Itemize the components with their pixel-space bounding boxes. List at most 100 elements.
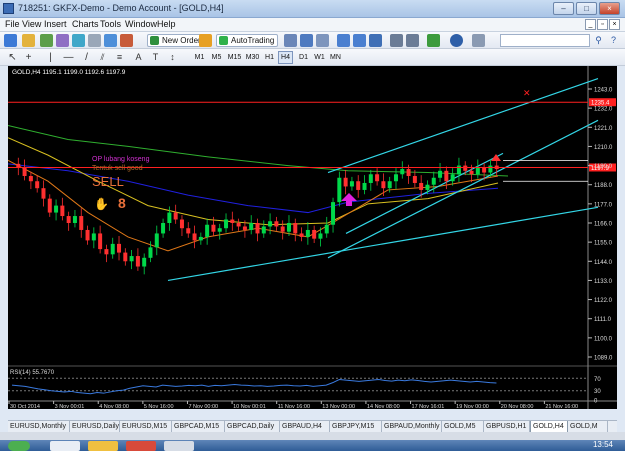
zoom-in-icon[interactable]: [337, 34, 350, 47]
taskbar-clock: 13:54: [592, 440, 613, 449]
arrows-icon[interactable]: ↕: [166, 51, 179, 64]
candle-body: [444, 170, 449, 182]
menu-bar: File View Insert Charts Tools Window Hel…: [0, 18, 625, 32]
new-chart-icon[interactable]: [4, 34, 17, 47]
menu-view[interactable]: View: [22, 19, 41, 29]
price-tick-label: 1243.0: [594, 88, 613, 94]
navigator-icon[interactable]: [72, 34, 85, 47]
menu-tools[interactable]: Tools: [100, 19, 121, 29]
search-icon[interactable]: ⚲: [592, 34, 605, 47]
taskbar-ie-icon[interactable]: [50, 441, 80, 451]
market-watch-icon[interactable]: [40, 34, 53, 47]
candle-body: [400, 169, 405, 175]
candle-body: [167, 212, 172, 223]
candle-body: [41, 188, 46, 199]
candle-body: [318, 233, 323, 239]
chart-tabs: EURUSD,Monthly EURUSD,Daily EURUSD,M15 G…: [8, 420, 617, 433]
candle-body: [242, 226, 247, 230]
menu-help[interactable]: Help: [157, 19, 176, 29]
price-tick-label: 1210.0: [594, 145, 613, 151]
timeframe-m1[interactable]: M1: [192, 51, 207, 64]
crosshair-icon[interactable]: +: [22, 51, 35, 64]
timeframe-h4[interactable]: H4: [278, 51, 293, 64]
channel-line: [345, 152, 504, 234]
price-tick-label: 1133.0: [594, 279, 613, 285]
candle-body: [129, 256, 134, 262]
fibonacci-icon[interactable]: ≡: [113, 51, 126, 64]
minimize-button[interactable]: –: [553, 2, 574, 15]
autotrading-button[interactable]: AutoTrading: [216, 34, 279, 47]
time-tick-label: 17 Nov 16:01: [412, 404, 445, 409]
timeframe-m30[interactable]: M30: [244, 51, 261, 64]
mdi-minimize-button[interactable]: _: [585, 19, 596, 30]
chart-window[interactable]: GOLD,H4 1195.1 1199.0 1192.6 1197.9 1235…: [8, 66, 617, 409]
candle-body: [482, 167, 487, 173]
text-label-icon[interactable]: T: [149, 51, 162, 64]
chart-shift-icon[interactable]: [390, 34, 403, 47]
price-tick-label: 1111.0: [594, 317, 612, 323]
line-chart-icon[interactable]: [316, 34, 329, 47]
candlesticks-icon[interactable]: [300, 34, 313, 47]
new-order-button[interactable]: New Order: [147, 34, 205, 47]
chart-header: GOLD,H4 1195.1 1199.0 1192.6 1197.9: [12, 69, 126, 76]
candle-body: [35, 181, 40, 189]
maximize-button[interactable]: □: [576, 2, 597, 15]
channel-icon[interactable]: ⫽: [96, 51, 109, 64]
candle-body: [438, 170, 443, 178]
indicators-icon[interactable]: [427, 34, 440, 47]
zoom-out-icon[interactable]: [353, 34, 366, 47]
taskbar-explorer-icon[interactable]: [88, 441, 118, 451]
mdi-restore-button[interactable]: ▫: [597, 19, 608, 30]
menu-window[interactable]: Window: [125, 19, 157, 29]
terminal-icon[interactable]: [88, 34, 101, 47]
timeframe-h1[interactable]: H1: [262, 51, 277, 64]
candle-body: [255, 223, 260, 234]
tester-icon[interactable]: [104, 34, 117, 47]
candle-body: [66, 216, 71, 223]
history-icon[interactable]: [120, 34, 133, 47]
templates-icon[interactable]: [472, 34, 485, 47]
timeframe-m15[interactable]: M15: [226, 51, 243, 64]
tile-windows-icon[interactable]: [369, 34, 382, 47]
price-tick-label: 1221.0: [594, 126, 613, 132]
help-icon[interactable]: ?: [607, 34, 620, 47]
autoscroll-icon[interactable]: [406, 34, 419, 47]
periods-icon[interactable]: [450, 34, 463, 47]
taskbar-chrome-icon[interactable]: [126, 441, 156, 451]
vertical-line-icon[interactable]: |: [44, 51, 57, 64]
candle-body: [368, 174, 373, 183]
search-input[interactable]: [500, 34, 590, 47]
timeframe-w1[interactable]: W1: [312, 51, 327, 64]
price-tick-label: 1155.0: [594, 241, 613, 247]
timeframe-d1[interactable]: D1: [296, 51, 311, 64]
candle-body: [22, 167, 27, 177]
menu-file[interactable]: File: [5, 19, 20, 29]
rsi-tick-label: 70: [594, 377, 601, 383]
signal-text-1: OP lubang koseng: [92, 156, 150, 163]
start-button-icon[interactable]: [8, 441, 30, 451]
text-icon[interactable]: A: [132, 51, 145, 64]
mdi-close-button[interactable]: ×: [609, 19, 620, 30]
horizontal-line-icon[interactable]: —: [62, 51, 75, 64]
taskbar-metatrader-icon[interactable]: [164, 441, 194, 451]
trendline-icon[interactable]: /: [80, 51, 93, 64]
close-button[interactable]: ×: [599, 2, 620, 15]
cursor-icon[interactable]: ↖: [6, 51, 19, 64]
menu-charts[interactable]: Charts: [72, 19, 99, 29]
menu-insert[interactable]: Insert: [44, 19, 67, 29]
candle-body: [406, 169, 411, 177]
candle-body: [60, 205, 65, 217]
timeframe-mn[interactable]: MN: [328, 51, 343, 64]
time-tick-label: 20 Nov 08:00: [501, 404, 534, 409]
red-x-marker-icon: ✕: [523, 89, 531, 99]
candle-body: [91, 233, 96, 241]
metaeditor-icon[interactable]: [199, 34, 212, 47]
bar-chart-icon[interactable]: [284, 34, 297, 47]
profiles-icon[interactable]: [22, 34, 35, 47]
data-window-icon[interactable]: [56, 34, 69, 47]
price-chart[interactable]: GOLD,H4 1195.1 1199.0 1192.6 1197.9 1235…: [8, 66, 617, 409]
candle-body: [337, 177, 342, 203]
title-bar: 718251: GKFX-Demo - Demo Account - [GOLD…: [0, 0, 625, 18]
timeframe-m5[interactable]: M5: [209, 51, 224, 64]
candle-body: [343, 177, 348, 187]
